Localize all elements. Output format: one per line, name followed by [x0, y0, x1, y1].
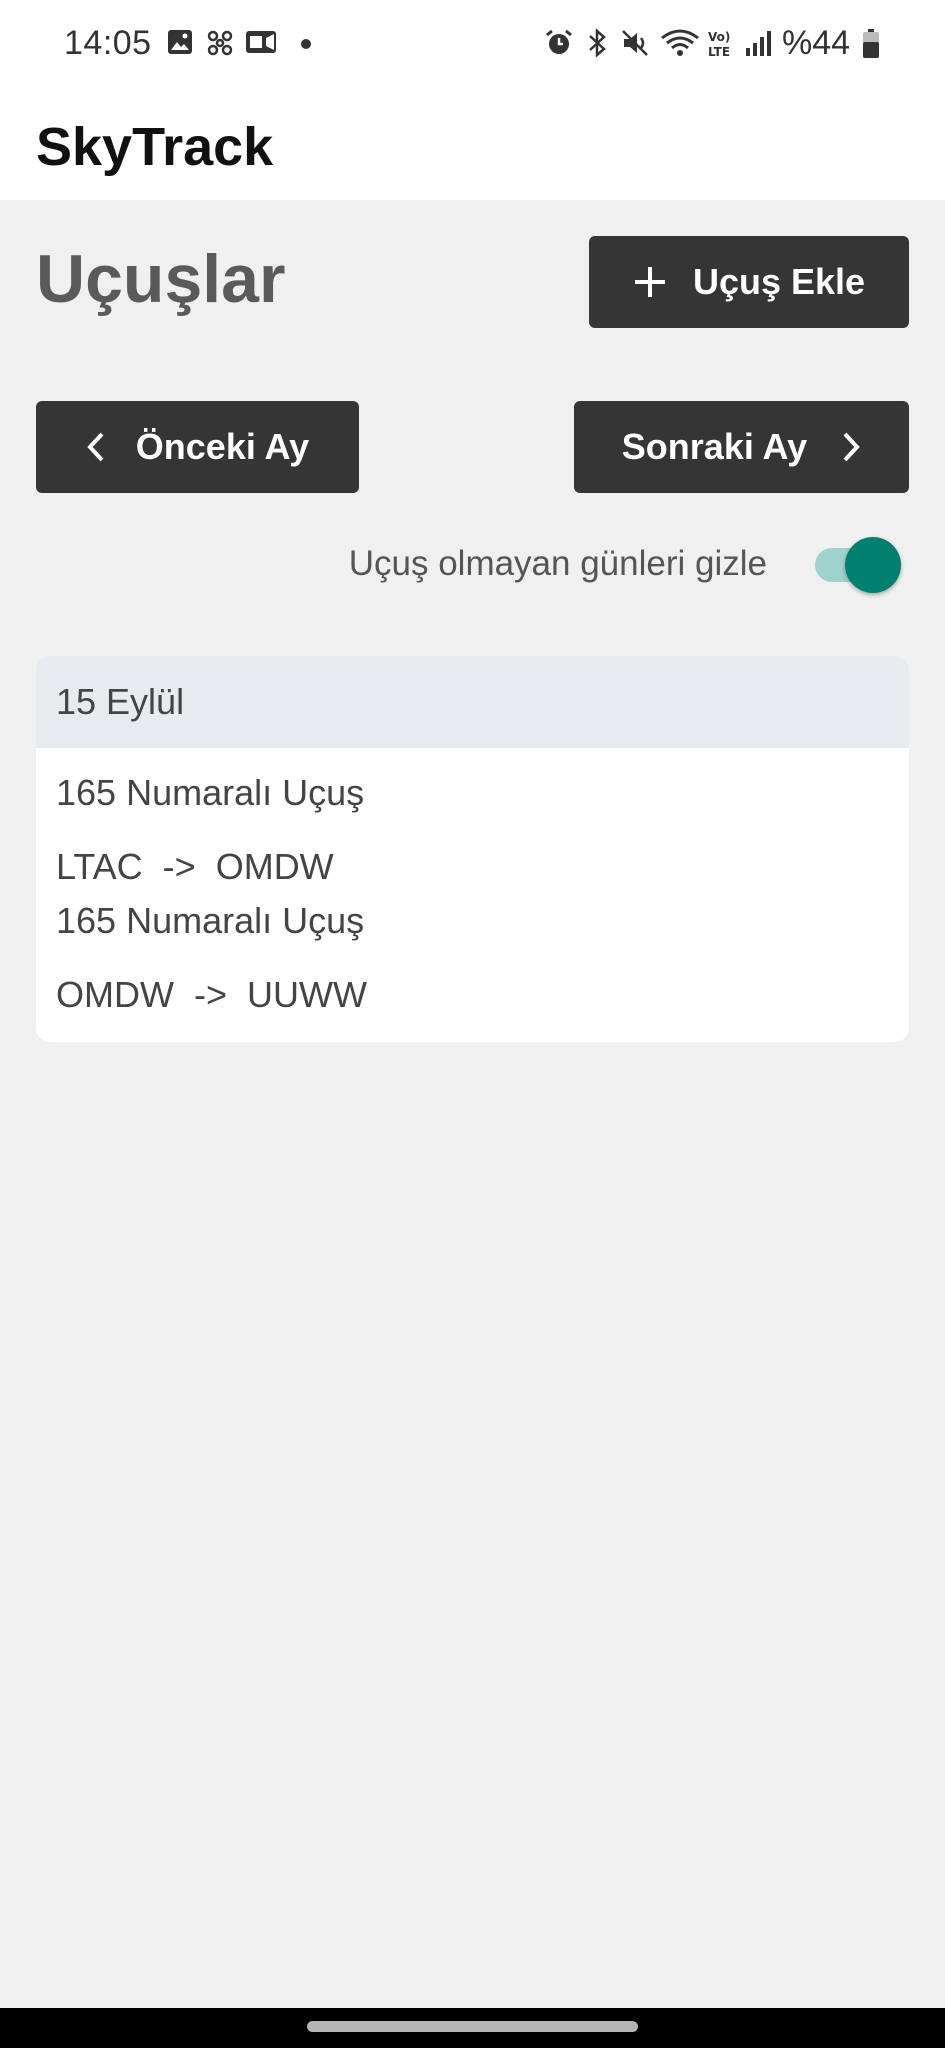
wifi-icon: [661, 29, 699, 56]
hide-empty-days-label: Uçuş olmayan günleri gizle: [348, 544, 767, 583]
flight-route: OMDW -> UUWW: [56, 974, 367, 1015]
camera-icon: [246, 31, 276, 53]
fan-icon: [207, 30, 233, 56]
page-title: Uçuşlar: [36, 241, 286, 317]
chevron-left-icon: [87, 432, 104, 462]
bluetooth-icon: [589, 28, 606, 58]
next-month-button[interactable]: Sonraki Ay: [574, 401, 909, 493]
dot-icon: [301, 39, 311, 49]
app-title: SkyTrack: [36, 117, 274, 177]
flight-title[interactable]: 165 Numaralı Uçuş: [56, 900, 364, 942]
battery-percentage: %44: [782, 24, 851, 62]
add-flight-button[interactable]: Uçuş Ekle: [589, 236, 909, 328]
add-flight-label: Uçuş Ekle: [692, 261, 866, 302]
svg-text:LTE: LTE: [708, 45, 730, 59]
toggle-knob[interactable]: [845, 537, 901, 593]
status-bar: 14:05 Vo) LTE %44: [0, 0, 945, 90]
image-icon: [168, 30, 192, 54]
previous-month-label: Önceki Ay: [135, 426, 310, 467]
day-header: 15 Eylül: [36, 656, 909, 748]
chevron-right-icon: [843, 432, 860, 462]
day-card: 15 Eylül 165 Numaralı Uçuş LTAC -> OMDW …: [36, 656, 909, 1042]
volte-icon: Vo) LTE: [708, 30, 730, 59]
plus-icon: [634, 267, 665, 297]
alarm-icon: [546, 29, 572, 54]
battery-icon: [863, 29, 879, 58]
previous-month-button[interactable]: Önceki Ay: [36, 401, 359, 493]
signal-icon: [746, 31, 771, 56]
home-gesture-handle[interactable]: [307, 2021, 638, 2032]
next-month-label: Sonraki Ay: [621, 426, 808, 467]
svg-text:Vo): Vo): [708, 30, 730, 44]
status-time: 14:05: [64, 24, 152, 62]
app-bar: SkyTrack: [0, 90, 945, 200]
mute-icon: [622, 30, 648, 56]
flight-route: LTAC -> OMDW: [56, 846, 334, 887]
flight-title[interactable]: 165 Numaralı Uçuş: [56, 772, 364, 814]
